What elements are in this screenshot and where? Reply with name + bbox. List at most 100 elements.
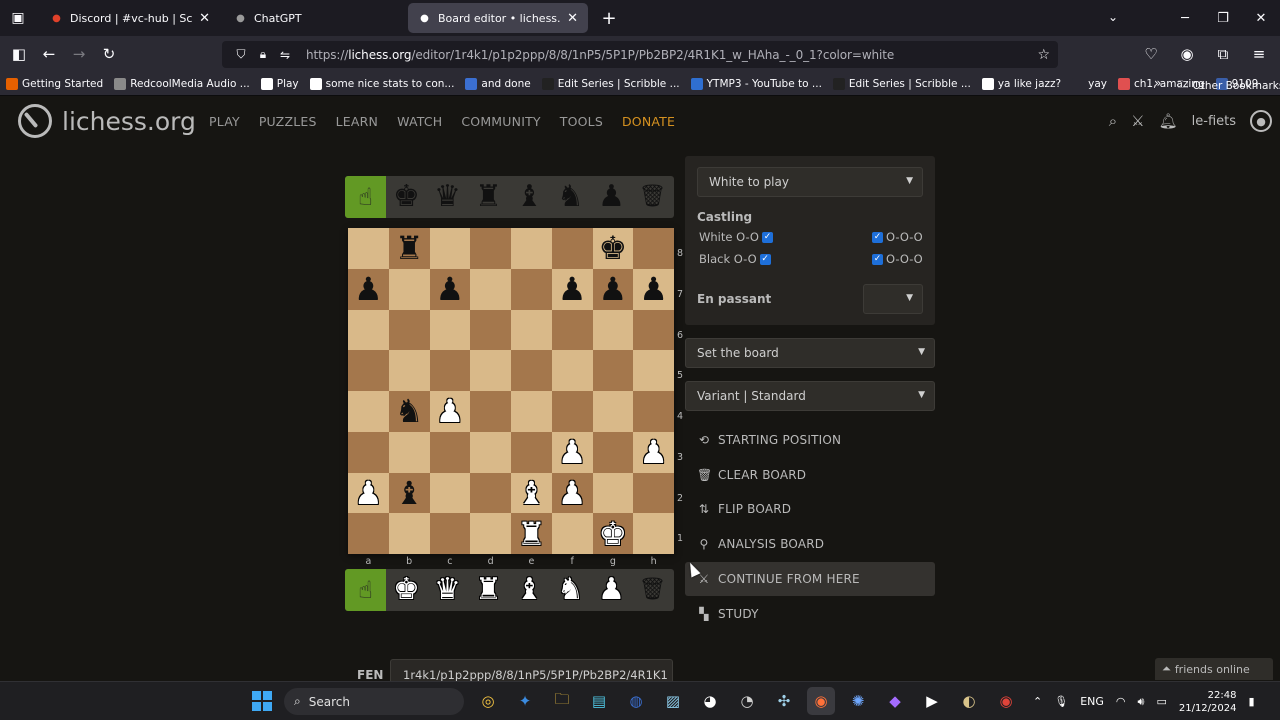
nav-play[interactable]: PLAY bbox=[209, 114, 240, 129]
board-square-a4[interactable] bbox=[348, 391, 389, 432]
board-square-f3[interactable]: ♟ bbox=[551, 431, 593, 473]
board-square-h1[interactable] bbox=[633, 513, 674, 554]
board-square-c1[interactable] bbox=[429, 513, 471, 554]
sidebar-toggle-icon[interactable]: ◧ bbox=[4, 39, 34, 69]
board-square-h2[interactable] bbox=[633, 472, 674, 514]
board-square-b2[interactable]: ♝ bbox=[388, 472, 430, 514]
board-square-g8[interactable]: ♚ bbox=[592, 228, 634, 269]
checkbox-checked-icon[interactable]: ✓ bbox=[872, 231, 883, 243]
action-clear-board[interactable]: 🗑 CLEAR BOARD bbox=[685, 458, 935, 492]
white-pawn-piece[interactable]: ♟ bbox=[354, 477, 383, 509]
black-rook-piece[interactable]: ♜ bbox=[395, 232, 424, 264]
black-pawn-spare-icon[interactable]: ♟ bbox=[591, 176, 632, 218]
board-square-d2[interactable] bbox=[470, 472, 511, 514]
chrome-icon[interactable]: ◉ bbox=[992, 687, 1020, 715]
white-king-spare-icon[interactable]: ♚ bbox=[386, 569, 427, 611]
nav-learn[interactable]: LEARN bbox=[336, 114, 378, 129]
board-square-c7[interactable]: ♟ bbox=[429, 268, 471, 310]
bookmark-item[interactable]: Edit Series | Scribble ... bbox=[832, 77, 971, 90]
extensions-icon[interactable]: ⧉ bbox=[1208, 39, 1238, 69]
media-player-icon[interactable]: ▶ bbox=[918, 687, 946, 715]
board-square-a3[interactable] bbox=[348, 431, 389, 473]
board-square-f8[interactable] bbox=[551, 228, 593, 269]
vpn-icon[interactable]: ◍ bbox=[622, 687, 650, 715]
board-square-a5[interactable] bbox=[348, 350, 389, 391]
board-square-f1[interactable] bbox=[551, 513, 593, 554]
bookmark-star-icon[interactable]: ☆ bbox=[1037, 47, 1050, 63]
checkbox-checked-icon[interactable]: ✓ bbox=[759, 253, 771, 265]
black-bishop-spare-icon[interactable]: ♝ bbox=[509, 176, 550, 218]
other-bookmarks[interactable]: 🗀 Other Bookmarks bbox=[1178, 77, 1280, 95]
trash-icon[interactable]: 🗑 bbox=[632, 569, 673, 611]
black-king-piece[interactable]: ♚ bbox=[599, 232, 628, 264]
checkbox-checked-icon[interactable]: ✓ bbox=[762, 231, 773, 243]
board-square-b7[interactable] bbox=[388, 268, 430, 310]
lichess-logo[interactable]: lichess.org bbox=[18, 104, 196, 138]
board-square-g5[interactable] bbox=[592, 350, 634, 391]
action-starting-position[interactable]: ⟲ STARTING POSITION bbox=[685, 423, 935, 457]
action-flip-board[interactable]: ⇅ FLIP BOARD bbox=[685, 492, 935, 526]
shield-icon[interactable]: ⛉ bbox=[230, 47, 252, 62]
menu-icon[interactable]: ≡ bbox=[1244, 39, 1274, 69]
white-rook-piece[interactable]: ♜ bbox=[517, 518, 546, 550]
board-square-f6[interactable] bbox=[551, 309, 593, 351]
battery-icon[interactable]: ▭ bbox=[1156, 695, 1166, 708]
black-pawn-piece[interactable]: ♟ bbox=[558, 273, 587, 305]
permissions-icon[interactable]: ⇋ bbox=[274, 48, 296, 62]
tray-chevron-up-icon[interactable]: ⌃ bbox=[1033, 695, 1042, 708]
username[interactable]: le-fiets bbox=[1192, 114, 1236, 129]
terminal-icon[interactable]: ▤ bbox=[585, 687, 613, 715]
browser-tab[interactable]: ● ChatGPT bbox=[224, 3, 404, 33]
board-square-d5[interactable] bbox=[470, 350, 511, 391]
black-rook-spare-icon[interactable]: ♜ bbox=[468, 176, 509, 218]
nav-puzzles[interactable]: PUZZLES bbox=[259, 114, 317, 129]
board-square-e6[interactable] bbox=[511, 309, 552, 351]
board-square-a7[interactable]: ♟ bbox=[348, 268, 389, 310]
windows-start-icon[interactable] bbox=[252, 691, 272, 711]
file-explorer-icon[interactable]: 🗀 bbox=[548, 687, 576, 715]
black-pawn-piece[interactable]: ♟ bbox=[599, 273, 628, 305]
action-continue-from-here[interactable]: ⚔ CONTINUE FROM HERE bbox=[685, 561, 935, 596]
board-square-c6[interactable] bbox=[429, 309, 471, 351]
white-knight-spare-icon[interactable]: ♞ bbox=[550, 569, 591, 611]
board-square-g2[interactable] bbox=[592, 472, 634, 514]
set-board-select[interactable]: Set the board ▼ bbox=[685, 338, 935, 368]
browser-app-icon[interactable]: ◐ bbox=[955, 687, 983, 715]
board-square-d6[interactable] bbox=[470, 309, 511, 351]
board-square-a6[interactable] bbox=[348, 309, 389, 351]
board-square-b4[interactable]: ♞ bbox=[388, 391, 430, 432]
close-window-button[interactable]: ✕ bbox=[1242, 11, 1280, 26]
forward-button[interactable]: → bbox=[64, 39, 94, 69]
pointer-hand-icon[interactable]: ☝ bbox=[345, 176, 386, 218]
board-square-b1[interactable] bbox=[388, 513, 430, 554]
board-square-e8[interactable] bbox=[511, 228, 552, 269]
board-square-h3[interactable]: ♟ bbox=[633, 431, 674, 473]
black-knight-piece[interactable]: ♞ bbox=[395, 395, 424, 427]
board-square-b6[interactable] bbox=[388, 309, 430, 351]
search-icon[interactable]: ⌕ bbox=[1109, 112, 1117, 130]
notification-bell-icon[interactable]: 🔔︎ bbox=[1159, 112, 1178, 130]
black-ooo-checkbox[interactable]: ✓ O-O-O bbox=[872, 252, 923, 266]
white-king-piece[interactable]: ♚ bbox=[599, 518, 628, 550]
user-avatar-icon[interactable]: ● bbox=[1250, 110, 1272, 132]
editor-app-icon[interactable]: ✺ bbox=[844, 687, 872, 715]
black-pawn-piece[interactable]: ♟ bbox=[639, 273, 668, 305]
url-text[interactable]: https://lichess.org/editor/1r4k1/p1p2ppp… bbox=[306, 48, 894, 62]
browser-tab[interactable]: ● Board editor • lichess.org ✕ bbox=[408, 3, 588, 33]
photos-icon[interactable]: ▨ bbox=[659, 687, 687, 715]
board-square-g7[interactable]: ♟ bbox=[592, 268, 634, 310]
bookmark-item[interactable]: Play bbox=[260, 77, 299, 90]
board-square-f2[interactable]: ♟ bbox=[551, 472, 593, 514]
language-indicator[interactable]: ENG bbox=[1080, 695, 1104, 708]
back-button[interactable]: ← bbox=[34, 39, 64, 69]
copilot-icon[interactable]: ✦ bbox=[511, 687, 539, 715]
white-pawn-spare-icon[interactable]: ♟ bbox=[591, 569, 632, 611]
turn-select[interactable]: White to play ▼ bbox=[697, 167, 923, 197]
black-king-spare-icon[interactable]: ♚ bbox=[386, 176, 427, 218]
black-pawn-piece[interactable]: ♟ bbox=[354, 273, 383, 305]
white-pawn-piece[interactable]: ♟ bbox=[436, 395, 465, 427]
obs-icon[interactable]: ◔ bbox=[733, 687, 761, 715]
account-icon[interactable]: ◉ bbox=[1172, 39, 1202, 69]
trash-icon[interactable]: 🗑 bbox=[632, 176, 673, 218]
nav-donate[interactable]: DONATE bbox=[622, 114, 675, 129]
